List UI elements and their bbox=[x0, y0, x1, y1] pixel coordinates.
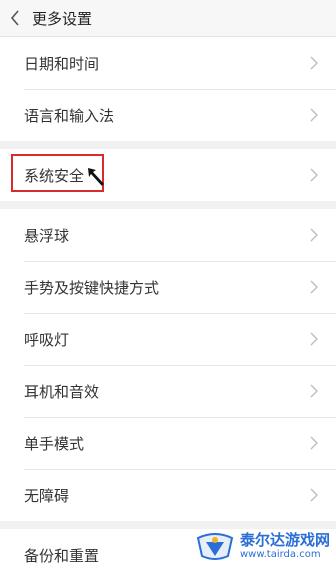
back-button[interactable] bbox=[0, 0, 30, 36]
chevron-right-icon bbox=[310, 382, 322, 400]
setting-gesture-shortcuts[interactable]: 手势及按键快捷方式 bbox=[0, 261, 336, 313]
settings-group-3: 悬浮球 手势及按键快捷方式 呼吸灯 耳机和音效 单手模式 无障碍 bbox=[0, 209, 336, 521]
chevron-right-icon bbox=[310, 486, 322, 504]
chevron-right-icon bbox=[310, 54, 322, 72]
setting-date-time[interactable]: 日期和时间 bbox=[0, 37, 336, 89]
page-title: 更多设置 bbox=[32, 9, 93, 28]
chevron-left-icon bbox=[10, 10, 19, 26]
chevron-right-icon bbox=[310, 278, 322, 296]
chevron-right-icon bbox=[310, 434, 322, 452]
setting-label: 手势及按键快捷方式 bbox=[24, 278, 160, 297]
setting-language-input[interactable]: 语言和输入法 bbox=[0, 89, 336, 141]
watermark-logo-icon bbox=[196, 533, 234, 560]
chevron-right-icon bbox=[310, 106, 322, 124]
setting-label: 日期和时间 bbox=[24, 54, 100, 73]
group-divider bbox=[0, 201, 336, 209]
chevron-right-icon bbox=[310, 226, 322, 244]
setting-label: 单手模式 bbox=[24, 434, 85, 453]
settings-group-1: 日期和时间 语言和输入法 bbox=[0, 37, 336, 141]
watermark: 泰尔达游戏网 www.tairda.com bbox=[194, 528, 330, 564]
setting-label: 无障碍 bbox=[24, 486, 70, 505]
setting-label: 语言和输入法 bbox=[24, 106, 115, 125]
group-divider bbox=[0, 141, 336, 149]
chevron-right-icon bbox=[310, 330, 322, 348]
setting-one-hand-mode[interactable]: 单手模式 bbox=[0, 417, 336, 469]
cursor-arrow-icon bbox=[88, 168, 104, 186]
setting-accessibility[interactable]: 无障碍 bbox=[0, 469, 336, 521]
app-header: 更多设置 bbox=[0, 0, 336, 37]
setting-headphones-sound[interactable]: 耳机和音效 bbox=[0, 365, 336, 417]
setting-label: 悬浮球 bbox=[24, 226, 70, 245]
setting-label: 耳机和音效 bbox=[24, 382, 100, 401]
watermark-text: 泰尔达游戏网 www.tairda.com bbox=[239, 530, 330, 561]
watermark-url: www.tairda.com bbox=[239, 548, 321, 560]
setting-label: 呼吸灯 bbox=[24, 330, 70, 349]
watermark-name: 泰尔达游戏网 bbox=[239, 530, 330, 549]
setting-floating-ball[interactable]: 悬浮球 bbox=[0, 209, 336, 261]
chevron-right-icon bbox=[310, 166, 322, 184]
setting-breathing-light[interactable]: 呼吸灯 bbox=[0, 313, 336, 365]
